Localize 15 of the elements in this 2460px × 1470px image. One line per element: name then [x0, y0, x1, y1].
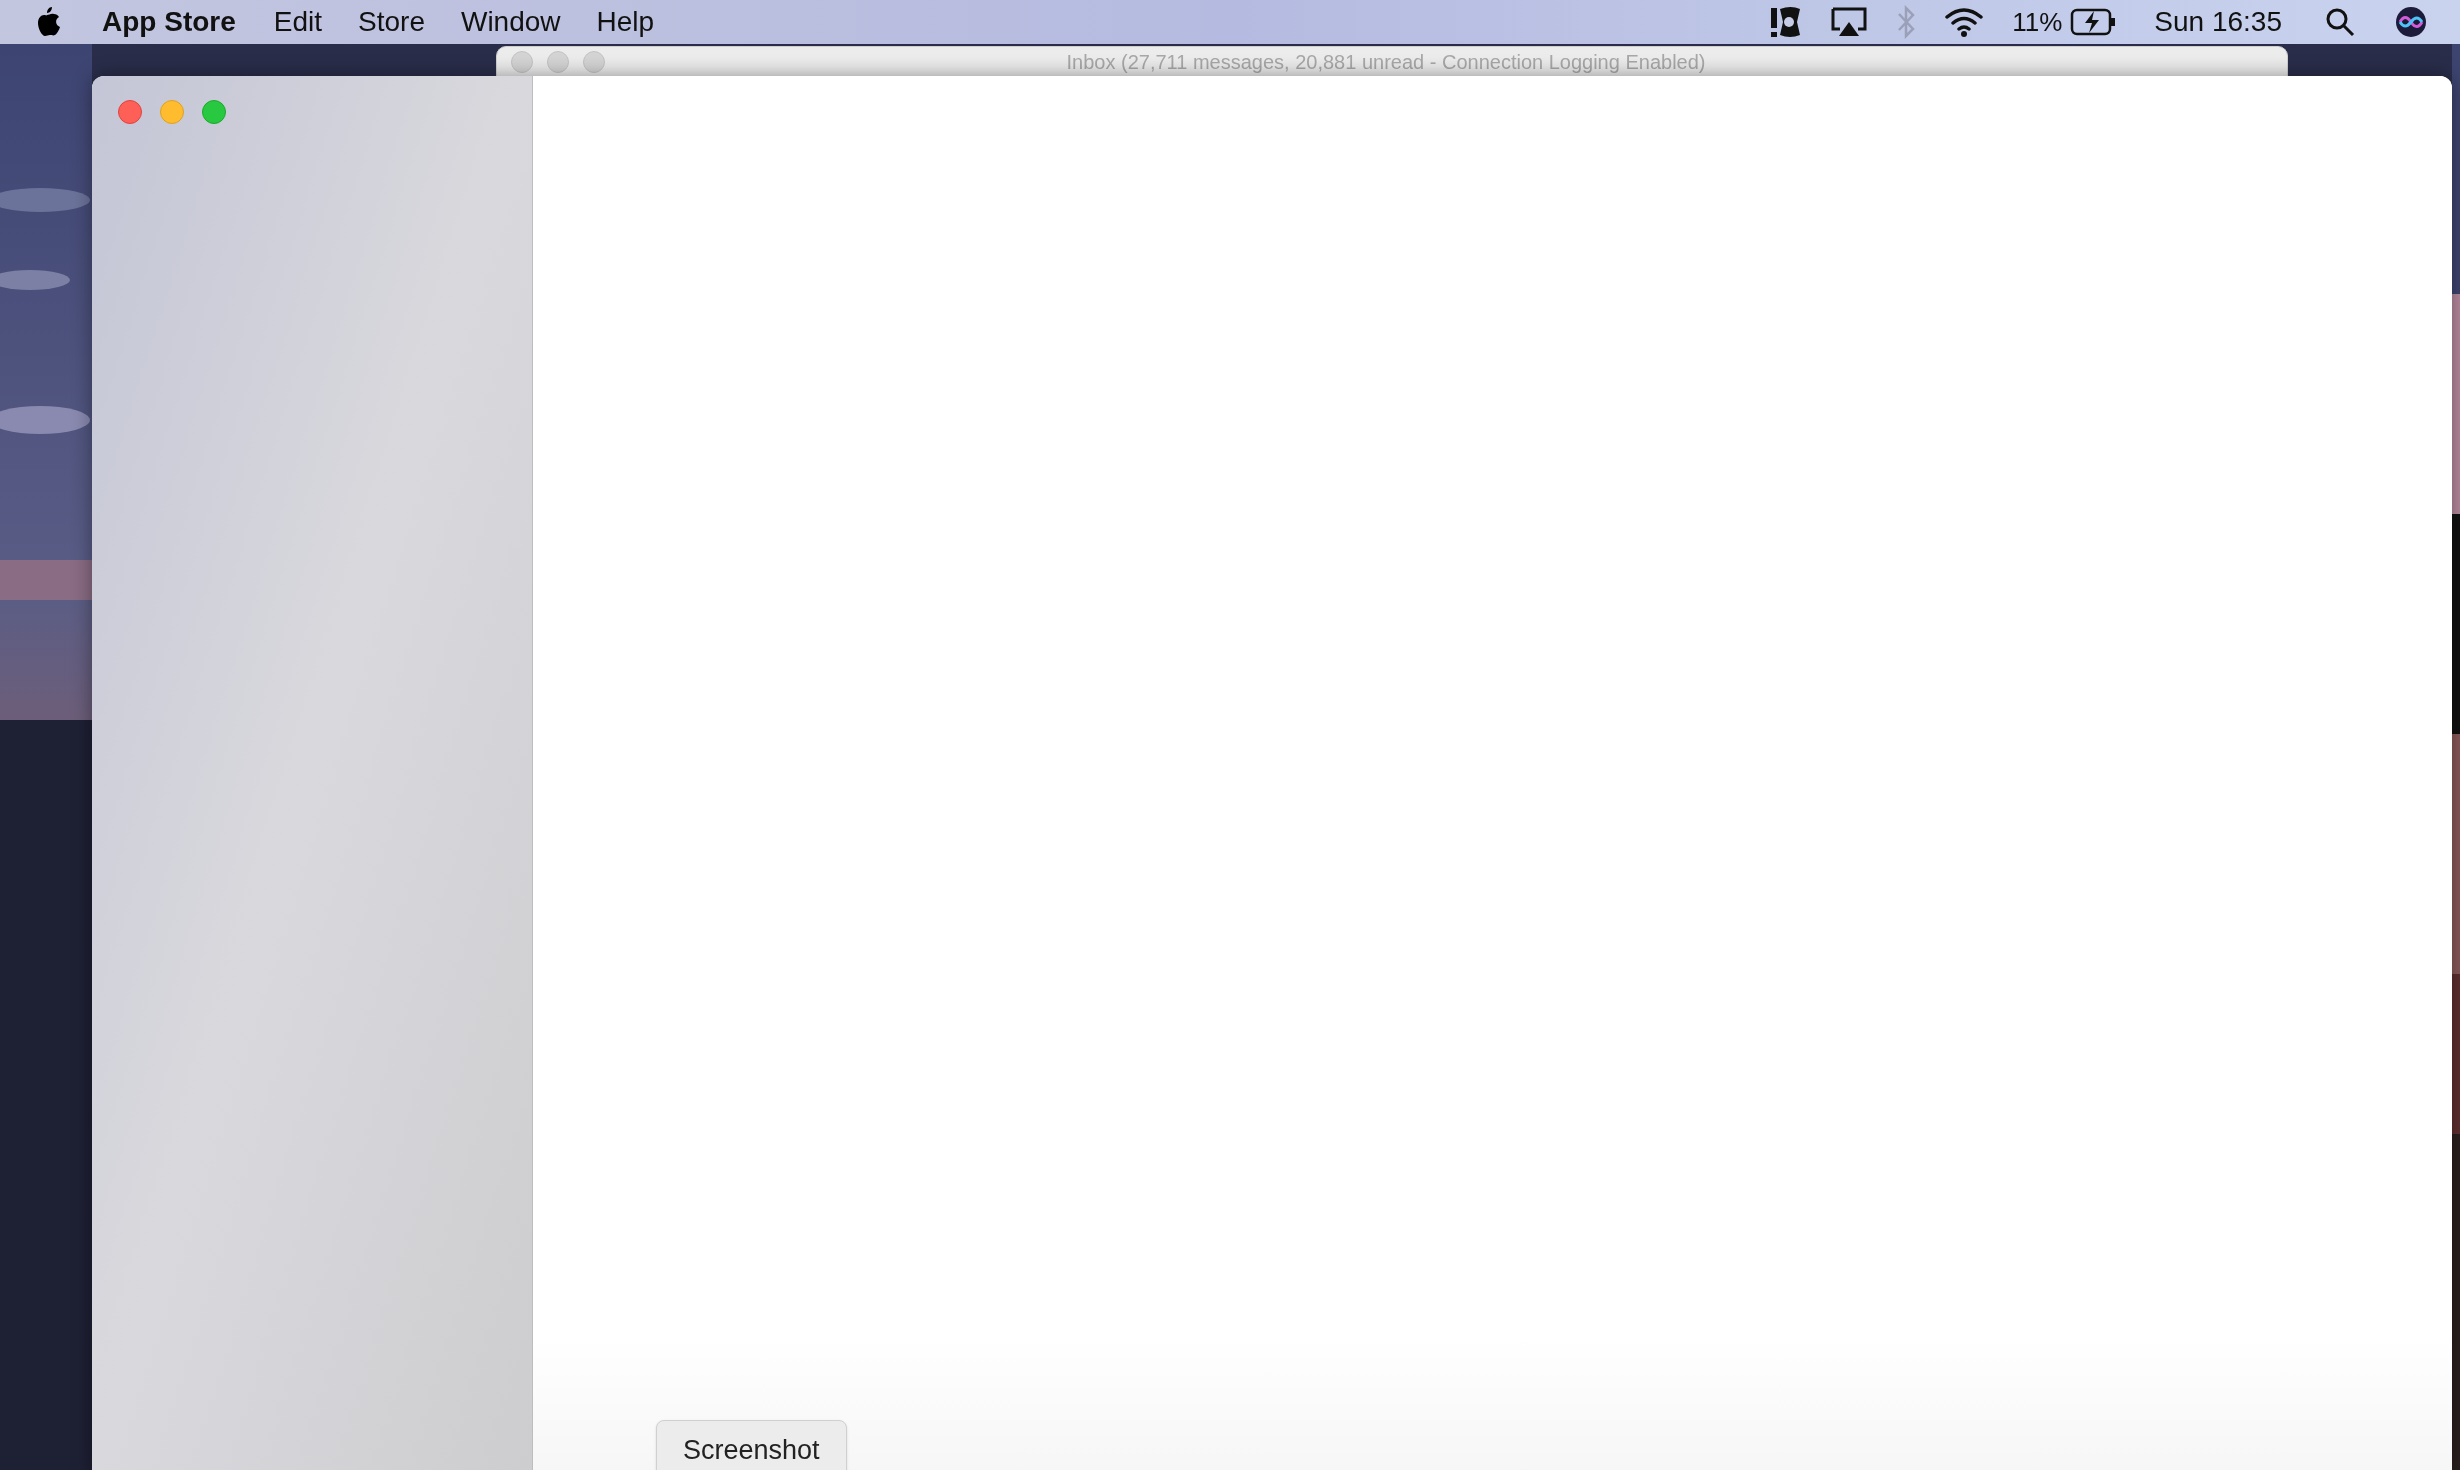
wifi-icon[interactable]: [1944, 6, 1985, 38]
menu-item[interactable]: Help: [596, 1, 655, 43]
battery-percentage: 11%: [2012, 5, 2063, 39]
screenshot-button[interactable]: Screenshot: [656, 1420, 847, 1470]
menu-item[interactable]: Store: [358, 1, 425, 43]
menu-item[interactable]: Edit: [273, 1, 323, 43]
window-title: Inbox (27,711 messages, 20,881 unread - Connection Logging Enabled): [1066, 50, 1706, 74]
app-name-menu[interactable]: App Store: [102, 1, 236, 43]
airplay-icon[interactable]: [1830, 6, 1869, 38]
menu-item[interactable]: Window: [460, 1, 561, 43]
shield-app-icon[interactable]: [1768, 5, 1803, 39]
siri-icon[interactable]: [2394, 5, 2428, 39]
menu-bar-clock[interactable]: Sun 16:35: [2154, 1, 2282, 43]
search-icon[interactable]: [2324, 6, 2356, 38]
battery-charging-icon[interactable]: [2070, 7, 2117, 37]
